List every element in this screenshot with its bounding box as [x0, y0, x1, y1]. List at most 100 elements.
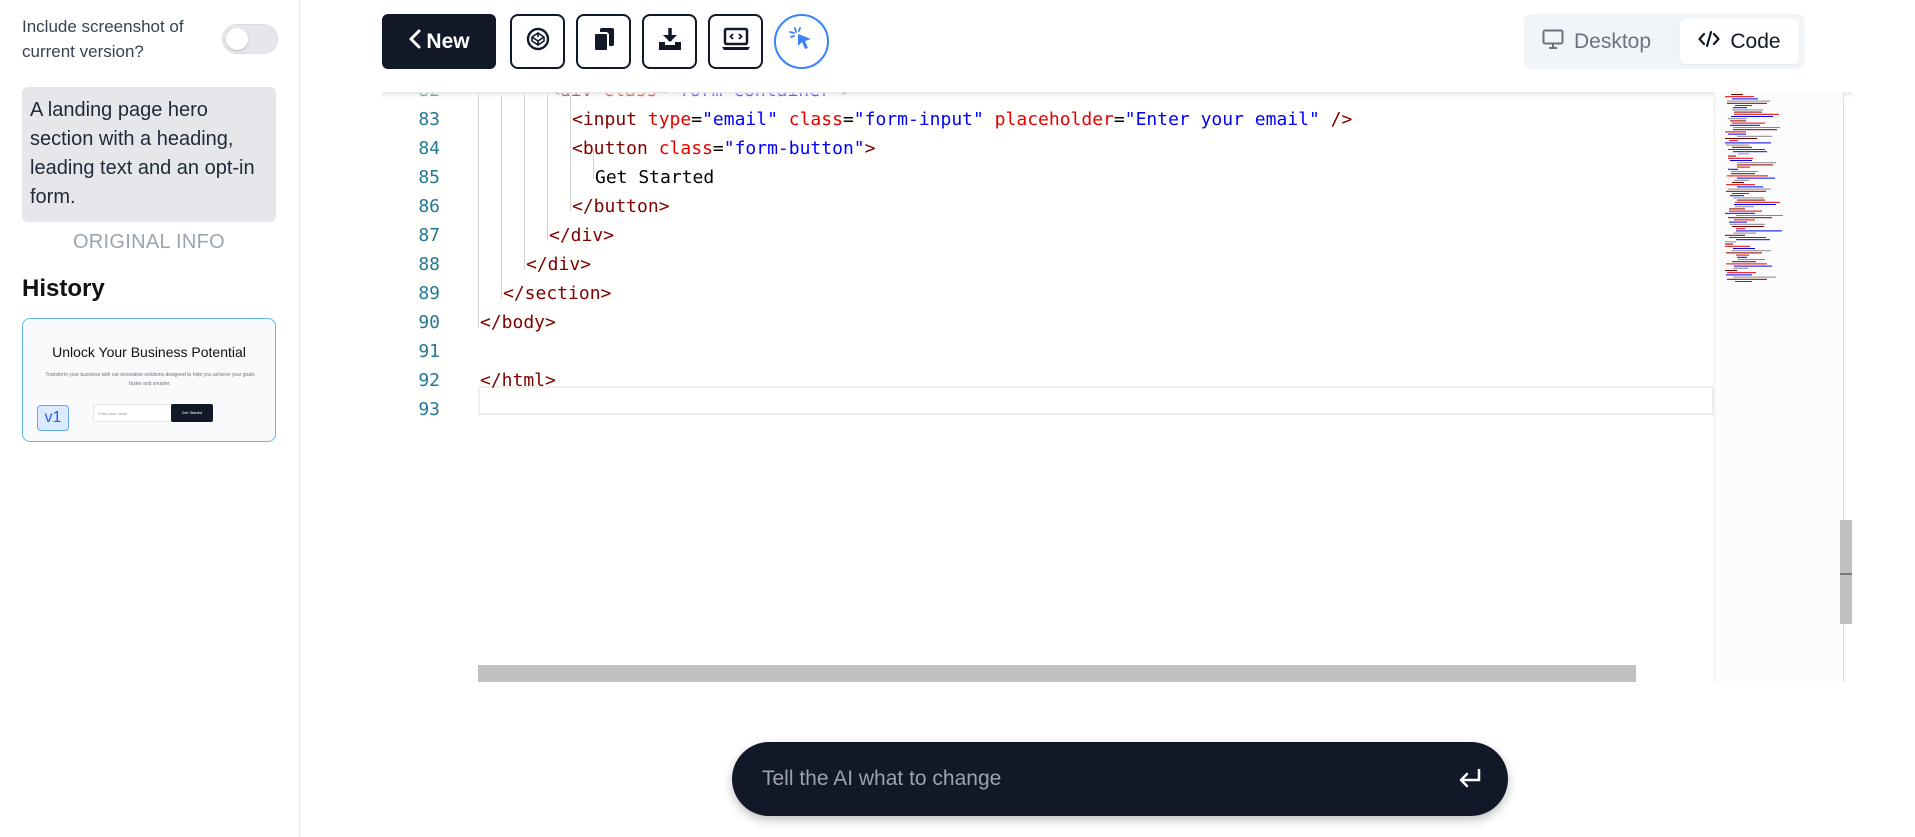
minimap-line: [1736, 254, 1749, 256]
minimap-line: [1728, 118, 1747, 120]
minimap-line: [1733, 197, 1764, 199]
minimap-line: [1729, 140, 1738, 142]
minimap-line: [1733, 248, 1755, 249]
desktop-tab-label: Desktop: [1573, 29, 1652, 53]
minimap-line: [1734, 219, 1755, 221]
code-line: 89 </section>: [382, 279, 1712, 308]
minimap-line: [1727, 100, 1770, 102]
minimap-line: [1728, 157, 1753, 159]
code-line: 86 </button>: [382, 192, 1712, 221]
minimap-line: [1726, 184, 1755, 186]
screenshot-toggle-label: Include screenshot of current version?: [22, 17, 184, 61]
minimap-line: [1732, 146, 1752, 148]
minimap-line: [1737, 199, 1765, 201]
original-prompt: A landing page hero section with a headi…: [22, 87, 276, 222]
code-line: 84 <button class="form-button">: [382, 134, 1712, 163]
minimap-line: [1726, 263, 1767, 265]
line-number: 90: [418, 312, 440, 333]
line-number: 83: [418, 109, 440, 130]
sidebar: Include screenshot of current version? A…: [0, 0, 300, 837]
monitor-icon: [1542, 29, 1564, 55]
minimap-line: [1731, 171, 1758, 172]
code-line: 83 <input type="email" class="form-input"…: [382, 105, 1712, 134]
minimap-line: [1732, 182, 1744, 183]
line-number: 88: [418, 254, 440, 275]
download-button[interactable]: [642, 14, 697, 69]
minimap-line: [1731, 173, 1755, 175]
line-number: 91: [418, 341, 440, 362]
minimap-line: [1735, 281, 1752, 282]
minimap-line: [1728, 168, 1738, 170]
minimap-line: [1728, 149, 1765, 150]
original-info-link[interactable]: ORIGINAL INFO: [22, 231, 276, 254]
minimap-line: [1732, 261, 1756, 263]
copy-button[interactable]: [576, 14, 631, 69]
code-line: 93: [382, 395, 1712, 424]
minimap-line: [1732, 226, 1764, 227]
preview-button[interactable]: [708, 14, 763, 69]
code-tab-label: Code: [1730, 29, 1781, 53]
screenshot-toggle[interactable]: [222, 24, 278, 54]
minimap-line: [1726, 190, 1766, 192]
code-line: 88 </div>: [382, 250, 1712, 279]
minimap-line: [1737, 166, 1750, 168]
minimap-line: [1731, 116, 1773, 117]
code-line: 87 </div>: [382, 221, 1712, 250]
minimap-line: [1733, 151, 1767, 153]
minimap-line: [1730, 195, 1744, 197]
select-element-button[interactable]: [774, 14, 829, 69]
minimap-line: [1728, 133, 1746, 135]
minimap-line: [1735, 105, 1752, 106]
minimap-line: [1737, 256, 1747, 258]
thumbnail-button: Get Started: [171, 404, 213, 422]
minimap-line: [1732, 250, 1771, 252]
minimap-line: [1732, 193, 1749, 194]
minimap-line: [1732, 109, 1763, 111]
minimap-line: [1730, 124, 1760, 126]
line-number: 89: [418, 283, 440, 304]
minimap-line: [1725, 245, 1750, 247]
submit-button[interactable]: [1452, 760, 1488, 798]
minimap-line: [1734, 179, 1749, 181]
version-badge: v1: [37, 405, 69, 431]
code-line: 91: [382, 337, 1712, 366]
minimap-line: [1736, 228, 1745, 230]
minimap-line: [1734, 265, 1772, 267]
code-line: 92 </html>: [382, 366, 1712, 395]
minimap-line: [1734, 111, 1762, 113]
thumbnail-heading: Unlock Your Business Potential: [52, 344, 246, 360]
codepen-button[interactable]: [510, 14, 565, 69]
code-text: </body>: [480, 312, 556, 333]
minimap-line: [1737, 177, 1775, 179]
minimap-line: [1737, 135, 1772, 137]
minimap-line: [1730, 223, 1765, 225]
minimap-line: [1729, 237, 1766, 238]
horizontal-scrollbar[interactable]: [478, 665, 1636, 682]
minimap-line: [1730, 160, 1752, 161]
minimap-line: [1726, 274, 1752, 276]
minimap-line: [1728, 155, 1736, 157]
minimap[interactable]: [1714, 92, 1844, 682]
code-tab[interactable]: Code: [1680, 19, 1799, 64]
new-button-label: New: [426, 29, 470, 53]
new-button[interactable]: New: [382, 14, 496, 69]
minimap-line: [1738, 259, 1765, 260]
minimap-line: [1725, 243, 1733, 245]
minimap-line: [1725, 142, 1771, 144]
minimap-line: [1736, 215, 1783, 216]
minimap-line: [1738, 153, 1749, 155]
minimap-line: [1725, 270, 1737, 271]
code-text: Get Started: [595, 167, 715, 188]
minimap-line: [1728, 188, 1771, 190]
minimap-line: [1733, 129, 1777, 131]
minimap-line: [1737, 164, 1773, 166]
minimap-line: [1737, 186, 1763, 188]
line-number: 86: [418, 196, 440, 217]
ai-instruction-input[interactable]: [762, 762, 1402, 796]
minimap-line: [1731, 94, 1743, 95]
history-item-v1[interactable]: Unlock Your Business Potential Transform…: [22, 318, 276, 442]
vertical-scrollbar[interactable]: [1840, 520, 1852, 624]
code-text: <input type="email" class="form-input" p…: [572, 109, 1353, 130]
desktop-tab[interactable]: Desktop: [1534, 19, 1659, 64]
code-editor[interactable]: 82<div class="form-container">83<input t…: [382, 92, 1852, 682]
